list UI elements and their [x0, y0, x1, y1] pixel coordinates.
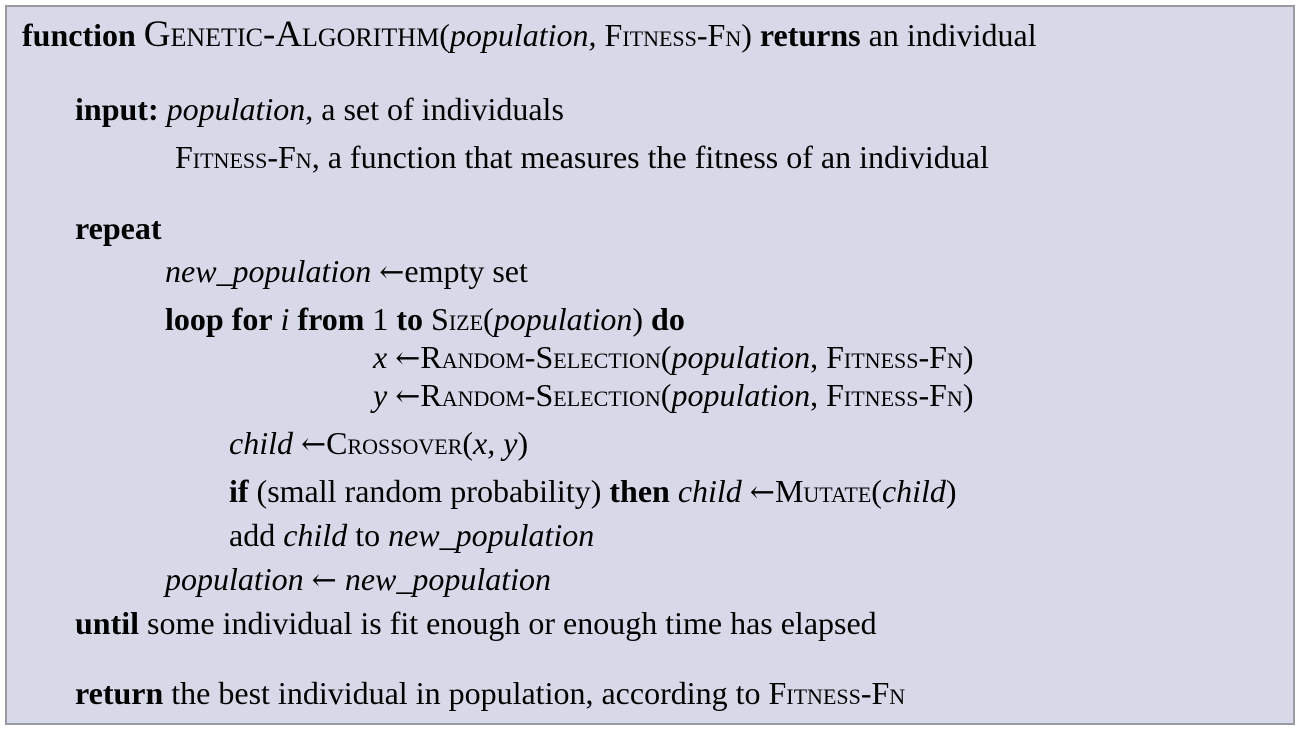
assign-arrow: ← — [395, 379, 421, 414]
return-description: an individual — [868, 17, 1037, 53]
assign-population-line: population ← new_population — [165, 559, 551, 601]
assign-arrow: ← — [311, 563, 337, 598]
crossover-args: x, y — [473, 425, 518, 461]
loop-var-i: i — [280, 301, 290, 337]
keyword-function: function — [22, 17, 136, 53]
assign-arrow: ← — [379, 255, 405, 290]
size-function: Size — [431, 301, 484, 337]
comma: , — [810, 339, 827, 375]
keyword-add: add — [229, 517, 276, 553]
select-y-line: y ←Random-Selection(population, Fitness-… — [373, 375, 973, 417]
open-paren: ( — [871, 473, 882, 509]
mutate-line: if (small random probability) then child… — [229, 471, 957, 513]
close-paren: ) — [962, 377, 974, 413]
keyword-until: until — [75, 605, 140, 641]
close-paren: ) — [962, 339, 974, 375]
var-y: y — [373, 377, 388, 413]
assign-arrow: ← — [395, 341, 421, 376]
header-close-paren: ) — [741, 17, 752, 53]
var-x: x — [373, 339, 388, 375]
size-close-paren: ) — [632, 301, 644, 337]
arg-fitness-fn: Fitness-Fn — [826, 377, 963, 413]
loop-line: loop for i from 1 to Size(population) do — [165, 299, 685, 339]
input-population-name: population — [166, 91, 306, 127]
crossover-function: Crossover — [326, 425, 463, 461]
keyword-then: then — [609, 473, 670, 509]
input-fitness-line: Fitness-Fn, a function that measures the… — [175, 137, 989, 177]
return-line: return the best individual in population… — [75, 673, 905, 713]
keyword-to: to — [396, 301, 424, 337]
algorithm-box: function Genetic-Algorithm(population, F… — [5, 5, 1295, 725]
new-population-var: new_population — [165, 253, 372, 289]
value-new-population: new_population — [344, 561, 552, 597]
input-fitness-name: Fitness-Fn — [175, 139, 312, 175]
keyword-return: return — [75, 675, 164, 711]
loop-start-value: 1 — [372, 301, 389, 337]
mutate-condition: (small random probability) — [256, 473, 602, 509]
random-selection-function: Random-Selection — [420, 339, 661, 375]
init-new-population-line: new_population ←empty set — [165, 251, 528, 293]
header-param-population: population, — [449, 17, 597, 53]
keyword-to: to — [355, 517, 381, 553]
keyword-do: do — [651, 301, 685, 337]
keyword-repeat: repeat — [75, 210, 162, 246]
keyword-loop-for: loop for — [165, 301, 273, 337]
keyword-returns: returns — [759, 17, 861, 53]
header-open-paren: ( — [439, 17, 450, 53]
assign-arrow: ← — [749, 475, 775, 510]
arg-population: population — [671, 377, 811, 413]
open-paren: ( — [462, 425, 474, 461]
arg-fitness-fn: Fitness-Fn — [826, 339, 963, 375]
input-population-line: input: population, a set of individuals — [75, 89, 564, 129]
keyword-input: input: — [75, 91, 159, 127]
mutate-function: Mutate — [774, 473, 872, 509]
arg-population: population — [671, 339, 811, 375]
keyword-from: from — [297, 301, 365, 337]
keyword-if: if — [229, 473, 249, 509]
until-line: until some individual is fit enough or e… — [75, 603, 877, 643]
var-child: child — [283, 517, 348, 553]
open-paren: ( — [660, 377, 672, 413]
add-child-line: add child to new_population — [229, 515, 594, 555]
size-arg: population — [493, 301, 633, 337]
var-population: population — [165, 561, 304, 597]
assign-arrow: ← — [300, 427, 327, 462]
close-paren: ) — [945, 473, 957, 509]
select-x-line: x ←Random-Selection(population, Fitness-… — [373, 337, 973, 379]
empty-set-text: empty set — [404, 253, 528, 289]
return-text: the best individual in population, accor… — [171, 675, 761, 711]
target-new-population: new_population — [388, 517, 595, 553]
mutate-arg: child — [881, 473, 946, 509]
repeat-line: repeat — [75, 208, 161, 248]
open-paren: ( — [660, 339, 672, 375]
var-child: child — [229, 425, 293, 461]
input-population-desc: , a set of individuals — [305, 91, 564, 127]
function-name: Genetic-Algorithm — [143, 14, 440, 55]
input-fitness-desc: , a function that measures the fitness o… — [311, 139, 989, 175]
random-selection-function: Random-Selection — [420, 377, 661, 413]
function-header: function Genetic-Algorithm(population, F… — [22, 15, 1037, 55]
size-open-paren: ( — [483, 301, 494, 337]
comma: , — [810, 377, 827, 413]
header-param-fitness-fn: Fitness-Fn — [604, 17, 742, 53]
close-paren: ) — [517, 425, 529, 461]
until-condition: some individual is fit enough or enough … — [147, 605, 877, 641]
return-fitness-fn: Fitness-Fn — [768, 675, 906, 711]
crossover-line: child ←Crossover(x, y) — [229, 423, 528, 465]
var-child: child — [677, 473, 742, 509]
